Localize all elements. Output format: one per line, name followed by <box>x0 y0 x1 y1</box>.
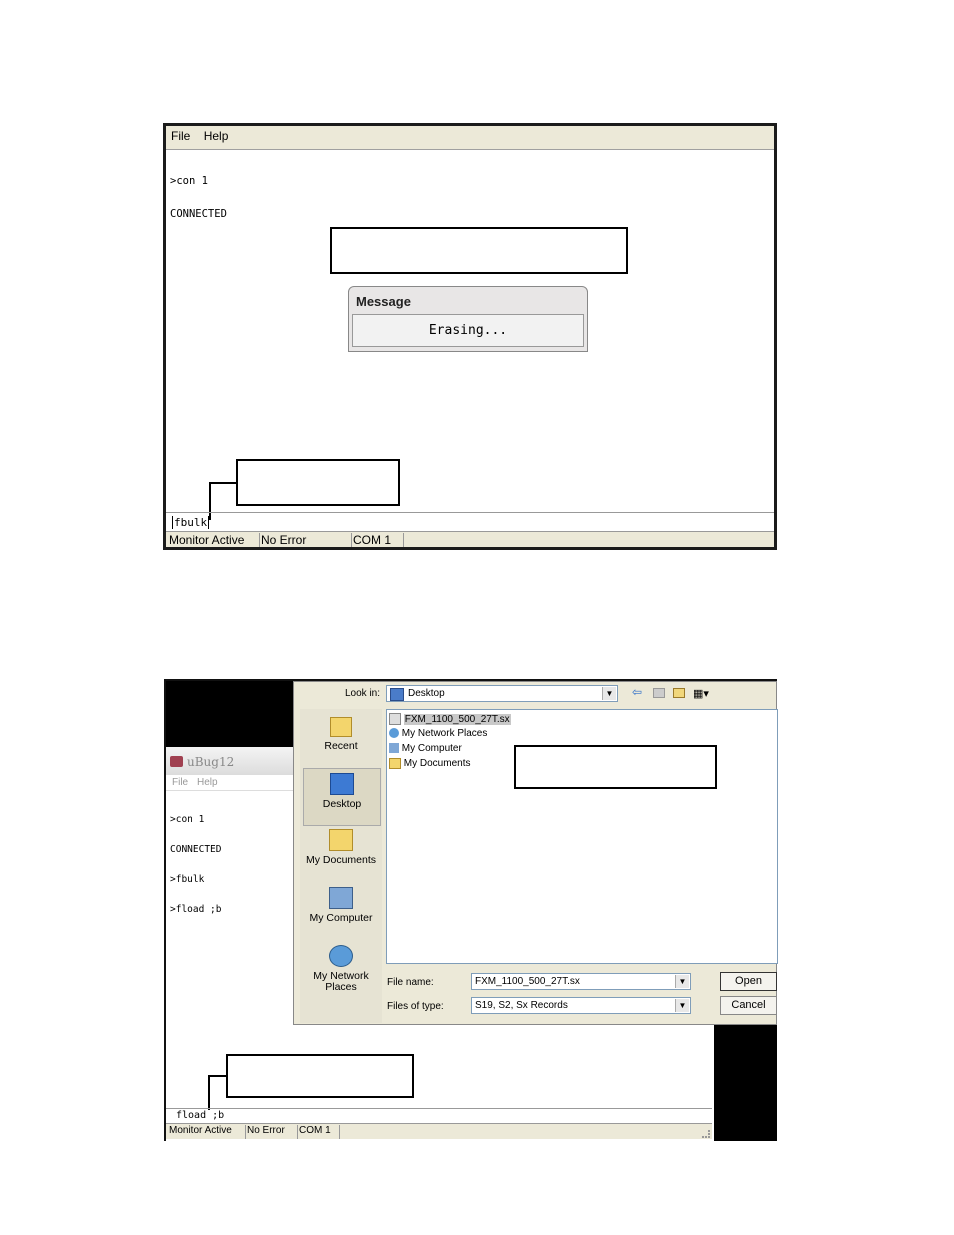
places-bar: Recent Desktop My Documents My Computer … <box>300 709 382 1023</box>
places-recent[interactable]: Recent <box>303 715 379 765</box>
file-item-documents[interactable]: My Documents <box>389 758 470 770</box>
desktop-background <box>714 1024 777 1141</box>
desktop-icon <box>330 773 354 795</box>
callout-box <box>226 1054 414 1098</box>
console-line: CONNECTED <box>170 208 227 220</box>
message-dialog-text: Erasing... <box>352 314 584 347</box>
files-of-type-combo[interactable]: S19, S2, Sx Records ▼ <box>471 997 691 1014</box>
callout-leader-line <box>208 1075 226 1077</box>
message-dialog: Message Erasing... <box>348 286 588 352</box>
file-item-computer[interactable]: My Computer <box>389 743 462 755</box>
recent-folder-icon <box>330 717 352 737</box>
status-port: COM 1 <box>350 533 404 547</box>
top-command-area: fbulk <box>166 512 774 531</box>
console-line: >fload ;b <box>170 904 222 915</box>
file-item-sx[interactable]: FXM_1100_500_27T.sx <box>389 713 511 725</box>
command-input[interactable]: fload ;b <box>176 1110 224 1121</box>
status-error: No Error <box>258 533 352 547</box>
computer-icon <box>329 887 353 909</box>
view-menu-icon[interactable]: ▦▾ <box>693 687 709 700</box>
places-desktop[interactable]: Desktop <box>303 768 381 826</box>
places-my-computer[interactable]: My Computer <box>303 887 379 937</box>
console-line: >con 1 <box>170 175 208 187</box>
file-name-value: FXM_1100_500_27T.sx <box>475 976 580 987</box>
new-folder-icon[interactable] <box>673 688 685 698</box>
file-name: FXM_1100_500_27T.sx <box>403 713 511 725</box>
chevron-down-icon[interactable]: ▼ <box>602 687 616 700</box>
callout-leader-line <box>209 482 236 484</box>
callout-box <box>236 459 400 506</box>
back-arrow-icon[interactable]: ⇦ <box>632 685 642 699</box>
places-my-documents[interactable]: My Documents <box>303 829 379 879</box>
open-file-dialog: Look in: Desktop ▼ ⇦ ▦▾ Recent Desktop M… <box>293 681 778 1025</box>
file-name: My Documents <box>403 758 471 770</box>
menu-file[interactable]: File <box>166 126 195 143</box>
look-in-label: Look in: <box>345 688 381 699</box>
command-input[interactable]: fbulk <box>172 516 210 529</box>
computer-icon <box>389 743 399 754</box>
file-name: My Network Places <box>401 728 488 739</box>
network-icon <box>389 728 399 739</box>
resize-grip-icon[interactable] <box>702 1130 710 1138</box>
callout-box <box>330 227 628 274</box>
bottom-status-bar: Monitor Active No Error COM 1 <box>166 1123 712 1139</box>
places-my-network[interactable]: My Network Places <box>303 945 379 1005</box>
bottom-console-output: >con 1 CONNECTED >fbulk >fload ;b <box>170 795 221 935</box>
places-label: My Documents <box>305 854 377 866</box>
files-of-type-label: Files of type: <box>387 1001 444 1012</box>
callout-box <box>514 745 717 789</box>
menu-file[interactable]: File <box>172 777 188 788</box>
ubug-window-title: uBug12 <box>187 755 235 769</box>
file-name-label: File name: <box>387 977 434 988</box>
menu-help[interactable]: Help <box>197 777 218 788</box>
look-in-value: Desktop <box>408 688 445 699</box>
places-label: Recent <box>324 740 358 752</box>
console-line: CONNECTED <box>170 844 222 855</box>
status-monitor: Monitor Active <box>166 533 260 547</box>
documents-folder-icon <box>329 829 353 851</box>
bottom-screenshot-frame: uBug12 File Help >con 1 CONNECTED >fbulk… <box>164 679 778 1141</box>
chevron-down-icon[interactable]: ▼ <box>675 999 689 1012</box>
callout-leader-line <box>208 1075 210 1110</box>
status-error: No Error <box>244 1125 298 1139</box>
places-label: Desktop <box>322 798 362 810</box>
network-icon <box>329 945 353 967</box>
folder-icon <box>389 758 401 769</box>
bottom-command-area: fload ;b <box>166 1108 712 1123</box>
console-line: >con 1 <box>170 814 205 825</box>
file-item-network[interactable]: My Network Places <box>389 728 487 740</box>
file-name-combo[interactable]: FXM_1100_500_27T.sx ▼ <box>471 973 691 990</box>
message-dialog-title: Message <box>356 294 411 309</box>
status-monitor: Monitor Active <box>166 1125 246 1139</box>
desktop-icon <box>390 688 404 701</box>
cancel-button[interactable]: Cancel <box>720 996 777 1015</box>
top-status-bar: Monitor Active No Error COM 1 <box>166 531 774 547</box>
status-port: COM 1 <box>296 1125 340 1139</box>
places-label: My Network Places <box>313 970 369 993</box>
console-line: >fbulk <box>170 874 205 885</box>
chevron-down-icon[interactable]: ▼ <box>675 975 689 988</box>
open-button[interactable]: Open <box>720 972 777 991</box>
ubug-app-icon <box>170 756 183 767</box>
file-name: My Computer <box>401 743 462 754</box>
top-ubug-window: File Help >con 1 CONNECTED Message Erasi… <box>163 123 777 550</box>
file-list: FXM_1100_500_27T.sx My Network Places My… <box>386 709 778 964</box>
menu-help[interactable]: Help <box>199 126 234 143</box>
look-in-combo[interactable]: Desktop ▼ <box>386 685 618 702</box>
file-icon <box>389 713 401 725</box>
up-folder-icon[interactable] <box>653 688 665 698</box>
files-of-type-value: S19, S2, Sx Records <box>475 1000 568 1011</box>
places-label: My Computer <box>309 912 373 924</box>
top-menubar: File Help <box>166 126 774 150</box>
